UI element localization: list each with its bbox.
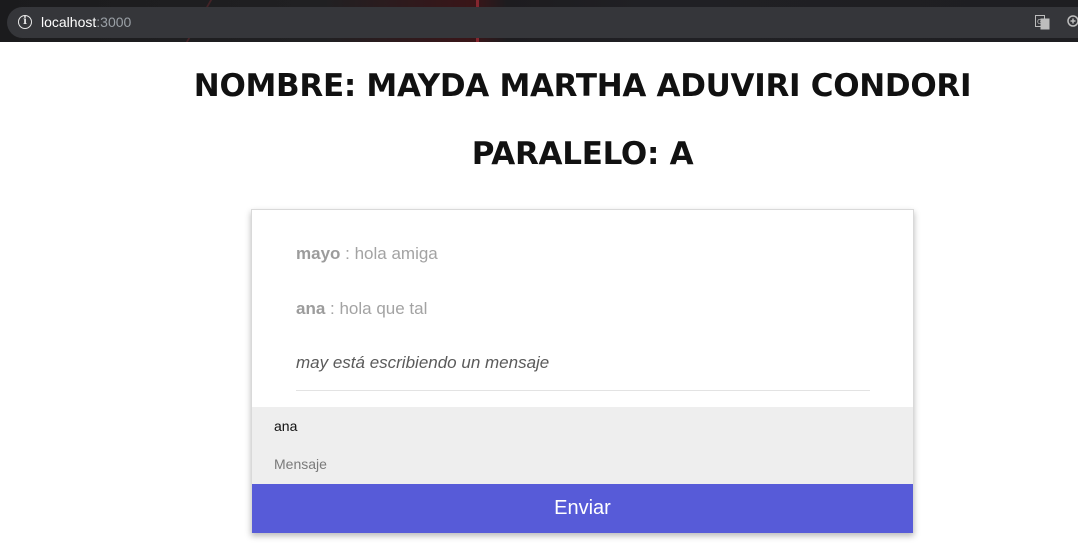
svg-text:G: G — [1037, 18, 1042, 26]
message-text: : hola amiga — [340, 244, 438, 263]
info-icon[interactable]: i — [18, 15, 32, 29]
username-input[interactable] — [274, 416, 874, 436]
browser-toolbar: i localhost:3000 G — [0, 0, 1078, 42]
paralelo-heading: PARALELO: A — [471, 136, 694, 172]
typing-indicator: may está escribiendo un mensaje — [296, 353, 550, 372]
url-text[interactable]: localhost:3000 — [41, 14, 131, 30]
zoom-icon[interactable] — [1067, 15, 1078, 29]
address-bar[interactable] — [7, 7, 1078, 38]
message-input[interactable] — [274, 454, 874, 474]
divider — [296, 390, 870, 391]
message-user: mayo — [296, 244, 341, 263]
chat-panel: mayo : hola amiga ana : hola que tal may… — [251, 209, 914, 533]
message-user: ana — [296, 299, 326, 318]
message-text: : hola que tal — [325, 299, 428, 318]
name-heading: NOMBRE: MAYDA MARTHA ADUVIRI CONDORI — [193, 68, 972, 104]
send-button[interactable]: Enviar — [252, 484, 913, 533]
message-item: ana : hola que tal — [296, 299, 427, 319]
message-item: mayo : hola amiga — [296, 244, 438, 264]
translate-icon[interactable]: G — [1035, 15, 1050, 30]
divider — [274, 406, 891, 407]
chat-form — [252, 406, 913, 484]
